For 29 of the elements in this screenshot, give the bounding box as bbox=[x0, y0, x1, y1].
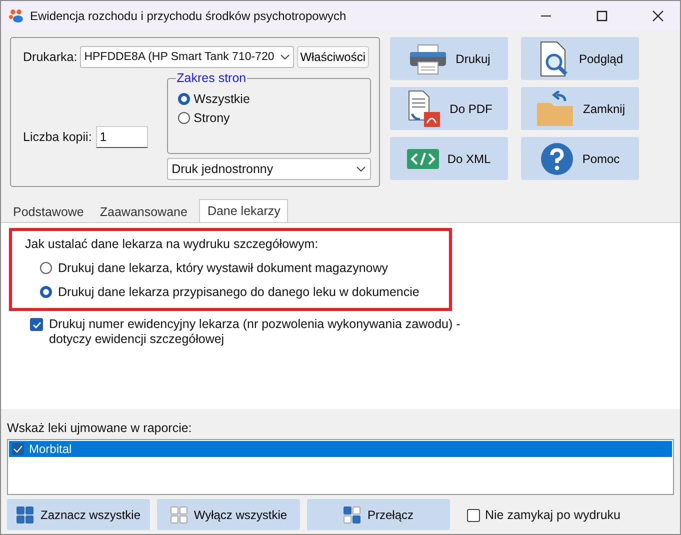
window-title: Ewidencja rozchodu i przychodu środków psychotropowych bbox=[30, 8, 346, 22]
tab[interactable]: Dane lekarzy bbox=[199, 199, 288, 222]
select-toggle-button[interactable]: Przełącz bbox=[307, 499, 450, 530]
properties-button[interactable]: Właściwości bbox=[297, 46, 369, 68]
preview-button[interactable]: Podgląd bbox=[521, 37, 639, 80]
doctor-source-option[interactable]: Drukuj dane lekarza przypisanego do danego leku w dokumencie bbox=[25, 280, 439, 304]
drug-item[interactable]: Morbital bbox=[9, 441, 672, 457]
duplex-select[interactable]: Druk jednostronny bbox=[166, 158, 371, 180]
xml-button[interactable]: Do XML bbox=[390, 137, 508, 180]
pdf-button[interactable]: Do PDF bbox=[390, 87, 508, 130]
page-range-title: Zakres stron bbox=[176, 71, 248, 85]
close-button[interactable]: Zamknij bbox=[521, 87, 639, 130]
select-all-button[interactable]: Zaznacz wszystkie bbox=[7, 499, 150, 530]
help-button[interactable]: Pomoc bbox=[521, 137, 639, 180]
page-range-option[interactable]: Wszystkie bbox=[178, 89, 360, 108]
copies-label: Liczba kopii: bbox=[23, 130, 92, 144]
printer-select[interactable]: HPFDDE8A (HP Smart Tank 710-720 bbox=[80, 46, 294, 68]
drugs-label: Wskaż leki ujmowane w raporcie: bbox=[7, 421, 193, 435]
tab[interactable]: Podstawowe bbox=[5, 201, 92, 222]
tab[interactable]: Zaawansowane bbox=[92, 201, 196, 222]
page-range-option[interactable]: Strony bbox=[178, 108, 360, 127]
print-button[interactable]: Drukuj bbox=[390, 37, 508, 80]
select-none-button[interactable]: Wyłącz wszystkie bbox=[157, 499, 300, 530]
keep-open-label: Nie zamykaj po wydruku bbox=[485, 508, 620, 522]
registry-number-label: Drukuj numer ewidencyjny lekarza (nr pozwolenia wykonywania zawodu) - dotyczy ewidencji szczegółowej bbox=[49, 317, 462, 347]
copies-field[interactable]: 1 bbox=[96, 126, 148, 148]
question-label: Jak ustalać dane lekarza na wydruku szczegółowym: bbox=[25, 237, 320, 251]
printer-label: Drukarka: bbox=[23, 50, 78, 64]
doctor-source-option[interactable]: Drukuj dane lekarza, który wystawił dokument magazynowy bbox=[25, 256, 439, 280]
